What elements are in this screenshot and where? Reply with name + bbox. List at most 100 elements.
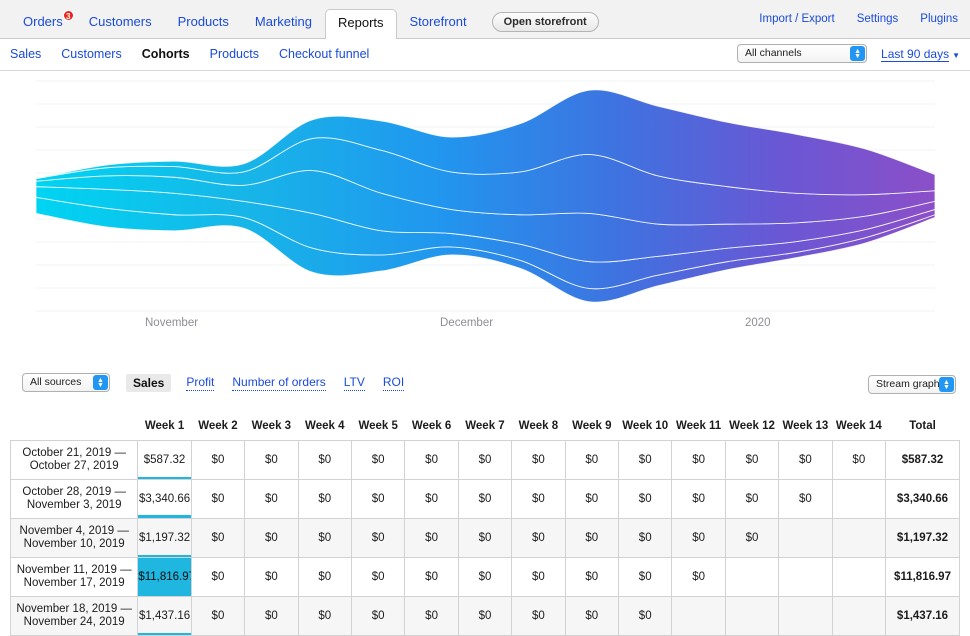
cohort-range-line1: October 28, 2019 —: [22, 486, 126, 498]
table-row[interactable]: October 21, 2019 — October 27, 2019 $587.3…: [9, 440, 960, 480]
source-select[interactable]: All sources ▲ ▼: [22, 373, 110, 392]
week-column-header: Week 6: [404, 410, 459, 441]
chart-x-axis-labels: November December 2020: [0, 317, 970, 337]
cell-value: $0: [531, 454, 545, 466]
cohort-range-line1: November 18, 2019 —: [16, 603, 133, 615]
cell-value: $0: [371, 532, 385, 544]
cohort-column-header: [10, 410, 138, 441]
x-axis-label: 2020: [745, 317, 771, 329]
week-value-cell: $0: [244, 518, 299, 558]
row-total-cell: $1,197.32: [885, 518, 960, 558]
channel-select[interactable]: All channels ▲ ▼: [737, 44, 868, 63]
week-value-cell: $0: [350, 557, 406, 597]
metric-tab-sales[interactable]: Sales: [126, 373, 172, 392]
chevron-updown-icon: ▲ ▼: [939, 377, 954, 392]
top-link-settings[interactable]: Settings: [857, 13, 899, 25]
week-value-cell: $0: [404, 440, 459, 480]
metric-tab-ltv[interactable]: LTV: [343, 375, 365, 391]
week-value-cell: $0: [457, 518, 513, 558]
cohort-table: Week 1 Week 2 Week 3 Week 4 Week 5 Week 6 Week…: [9, 410, 960, 636]
value-magnitude-bar: [138, 554, 191, 557]
week-value-cell: $0: [671, 440, 726, 480]
week-value-cell: $0: [831, 440, 887, 480]
week-value-cell: $0: [457, 440, 513, 480]
cell-value: $0: [692, 493, 705, 505]
week-value-cell: $0: [724, 479, 780, 519]
cell-value: $3,340.66: [138, 493, 191, 505]
week-column-header: Week 2: [191, 410, 245, 441]
cell-value: $0: [211, 454, 225, 466]
table-row[interactable]: November 11, 2019 — November 17, 2019 $11,…: [9, 557, 960, 597]
date-range-label: Last 90 days: [881, 46, 950, 62]
week-value-cell: [778, 557, 833, 597]
week-value-cell: $0: [404, 518, 459, 558]
nav-item-customers[interactable]: Customers: [76, 14, 165, 38]
cell-value: $0: [585, 454, 599, 466]
cell-value: $0: [211, 532, 225, 544]
week-value-cell: $0: [511, 557, 566, 597]
week-value-cell: $0: [244, 557, 299, 597]
cohort-range-line2: November 3, 2019: [26, 499, 122, 511]
cell-value: $0: [478, 454, 492, 466]
top-link-plugins[interactable]: Plugins: [920, 13, 958, 25]
week-column-header: Week 14: [832, 410, 886, 441]
cell-value: $0: [638, 454, 652, 466]
cohort-date-range-cell: October 28, 2019 — November 3, 2019: [9, 479, 139, 519]
week-value-cell: [831, 557, 887, 597]
metric-tab-profit[interactable]: Profit: [186, 375, 215, 391]
table-header-row: Week 1 Week 2 Week 3 Week 4 Week 5 Week 6 Week…: [10, 410, 960, 441]
nav-item-marketing[interactable]: Marketing: [242, 14, 325, 38]
week-value-cell: $0: [244, 479, 299, 519]
cohort-table-head: Week 1 Week 2 Week 3 Week 4 Week 5 Week 6 Week…: [10, 410, 960, 441]
graph-type-select[interactable]: Stream graph ▲ ▼: [868, 375, 956, 394]
top-link-import-export[interactable]: Import / Export: [759, 13, 834, 25]
week-value-cell: [831, 479, 887, 519]
week-column-header: Week 3: [244, 410, 299, 441]
cohort-range-line1: November 4, 2019 —: [19, 525, 129, 537]
nav-item-storefront[interactable]: Storefront: [397, 14, 480, 38]
cell-value: $11,816.97: [138, 571, 192, 583]
metric-toolbar-left: All sources ▲ ▼ Sales Profit Number of orde…: [22, 373, 422, 392]
week-value-cell: $3,340.66: [137, 479, 192, 519]
orders-count-badge: 3: [62, 10, 74, 21]
cell-value: $0: [264, 571, 278, 583]
table-row[interactable]: October 28, 2019 — November 3, 2019 $3,340…: [9, 479, 960, 519]
report-tab-customers[interactable]: Customers: [61, 47, 121, 61]
open-storefront-button[interactable]: Open storefront: [491, 12, 599, 32]
top-right-links: Import / Export Settings Plugins: [759, 13, 958, 25]
cell-value: $0: [531, 532, 545, 544]
week-column-header: Week 10: [618, 410, 672, 441]
week-column-header: Week 8: [511, 410, 566, 441]
cell-value: $0: [745, 454, 759, 466]
table-row[interactable]: November 4, 2019 — November 10, 2019 $1,19…: [9, 518, 960, 558]
report-tab-checkout-funnel[interactable]: Checkout funnel: [279, 47, 369, 61]
cell-value: $0: [745, 493, 759, 505]
cell-value: $0: [264, 532, 278, 544]
week-value-cell: $0: [671, 479, 726, 519]
nav-item-products[interactable]: Products: [165, 14, 242, 38]
week-value-cell: $0: [350, 479, 406, 519]
cell-value: $0: [692, 454, 705, 466]
report-tab-cohorts[interactable]: Cohorts: [142, 47, 190, 61]
nav-item-label: Marketing: [254, 14, 312, 29]
cell-value: $0: [799, 454, 812, 466]
nav-item-orders[interactable]: Orders 3: [10, 10, 76, 38]
cell-value: $0: [264, 454, 278, 466]
nav-item-reports[interactable]: Reports: [324, 9, 397, 39]
week-value-cell: $1,197.32: [137, 518, 192, 558]
nav-item-label: Orders: [23, 14, 63, 29]
week-value-cell: $0: [778, 440, 833, 480]
metric-tab-number-of-orders[interactable]: Number of orders: [232, 375, 326, 391]
report-tab-products[interactable]: Products: [210, 47, 259, 61]
week-value-cell: $0: [190, 479, 246, 519]
report-tab-sales[interactable]: Sales: [10, 47, 41, 61]
reports-sub-navigation: Sales Customers Cohorts Products Checkout fu…: [0, 39, 970, 71]
metric-tab-roi[interactable]: ROI: [382, 375, 405, 391]
week-value-cell: [724, 557, 780, 597]
x-axis-label: November: [145, 317, 199, 329]
date-range-picker[interactable]: Last 90 days ▼: [881, 45, 960, 63]
week-column-header: Week 1: [137, 410, 192, 441]
metric-tabs: Sales Profit Number of orders LTV ROI: [126, 373, 422, 392]
cell-value: $0: [211, 610, 225, 622]
cell-value: $0: [478, 493, 492, 505]
